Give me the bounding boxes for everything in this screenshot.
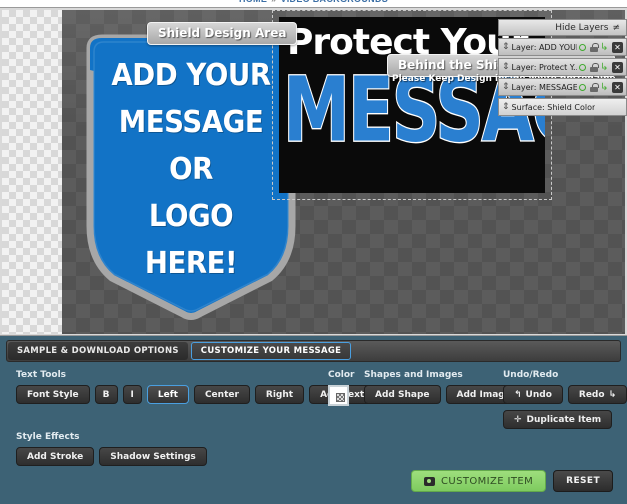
breadcrumb-separator: » (267, 0, 280, 4)
visibility-icon[interactable] (579, 43, 586, 51)
editor-panel: SAMPLE & DOWNLOAD OPTIONS CUSTOMIZE YOUR… (0, 336, 627, 504)
style-effects-buttons: Add Stroke Shadow Settings (16, 447, 207, 466)
delete-layer-icon[interactable]: ✕ (612, 41, 623, 53)
add-shape-button[interactable]: Add Shape (364, 385, 441, 404)
stage-transparency-gutter (2, 10, 64, 334)
action-buttons: CUSTOMIZE ITEM RESET (410, 470, 613, 492)
surface-name: Surface: Shield Color (511, 102, 596, 112)
shapes-images-buttons: Add Shape Add Image (364, 385, 522, 404)
italic-button[interactable]: I (122, 385, 142, 404)
tab-sample-download-options[interactable]: SAMPLE & DOWNLOAD OPTIONS (8, 342, 188, 360)
layers-toggle-icon: ≠ (612, 22, 620, 33)
lock-icon[interactable] (590, 62, 599, 72)
breadcrumb-home[interactable]: HOME (239, 0, 267, 4)
font-style-button[interactable]: Font Style (16, 385, 90, 404)
hide-layers-label: Hide Layers (555, 22, 609, 33)
color-section: Color (328, 370, 355, 406)
redo-label: Redo (578, 389, 605, 400)
undo-redo-label: Undo/Redo (503, 370, 559, 380)
drag-handle-icon[interactable]: ⇕ (502, 62, 510, 72)
tab-customize-your-message[interactable]: CUSTOMIZE YOUR MESSAGE (190, 342, 352, 360)
layer-name: Layer: ADD YOURO... (511, 42, 577, 52)
undo-label: Undo (525, 389, 552, 400)
align-right-button[interactable]: Right (254, 385, 305, 404)
breadcrumb: HOME»VIDEO BACKGROUNDS (0, 0, 627, 4)
visibility-icon[interactable] (579, 63, 586, 71)
redo-button[interactable]: Redo ↳ (567, 385, 627, 404)
duplicate-row: ✛ Duplicate Item (503, 410, 627, 429)
breadcrumb-current: VIDEO BACKGROUNDS (280, 0, 388, 4)
color-swatch[interactable] (328, 385, 349, 406)
camera-icon (423, 476, 435, 486)
shield-shape-icon (86, 34, 296, 320)
align-center-button[interactable]: Center (193, 385, 250, 404)
move-layer-icon[interactable]: ↳ (600, 42, 610, 52)
customize-item-label: CUSTOMIZE ITEM (440, 475, 534, 487)
reset-button[interactable]: RESET (553, 470, 613, 492)
lock-icon[interactable] (590, 82, 599, 92)
delete-layer-icon[interactable]: ✕ (612, 81, 623, 93)
undo-icon: ↰ (514, 389, 522, 400)
shapes-images-section: Shapes and Images Add Shape Add Image (364, 370, 522, 404)
undo-redo-section: Undo/Redo ↰ Undo Redo ↳ ✛ Duplicate Item (503, 370, 627, 429)
redo-icon: ↳ (608, 389, 617, 400)
color-label: Color (328, 370, 355, 380)
bold-button[interactable]: B (94, 385, 118, 404)
layer-name: Layer: MESSAGE (511, 82, 577, 92)
breadcrumb-strip: HOME»VIDEO BACKGROUNDS (0, 0, 627, 7)
drag-handle-icon[interactable]: ⇕ (502, 102, 510, 112)
shield-design-area-label: Shield Design Area (147, 22, 298, 45)
align-left-button[interactable]: Left (146, 385, 189, 404)
design-stage-container: ADD YOUR MESSAGE OR LOGO HERE! Protect Y… (0, 7, 627, 336)
editor-panel-body: Text Tools Font Style B I Left Center Ri… (6, 366, 627, 498)
layer-row[interactable]: ⇕ Layer: Protect Y... ↳ ✕ (498, 58, 627, 76)
drag-handle-icon[interactable]: ⇕ (502, 42, 510, 52)
shadow-settings-button[interactable]: Shadow Settings (99, 447, 207, 466)
layer-row[interactable]: ⇕ Layer: MESSAGE ↳ ✕ (498, 78, 627, 96)
customize-item-button[interactable]: CUSTOMIZE ITEM (410, 470, 547, 492)
shapes-images-label: Shapes and Images (364, 370, 463, 380)
hide-layers-button[interactable]: Hide Layers ≠ (498, 19, 627, 36)
shield-object[interactable]: ADD YOUR MESSAGE OR LOGO HERE! (80, 30, 302, 322)
style-effects-label: Style Effects (16, 432, 80, 442)
undo-button[interactable]: ↰ Undo (503, 385, 563, 404)
duplicate-icon: ✛ (514, 414, 522, 425)
visibility-icon[interactable] (579, 83, 586, 91)
drag-handle-icon[interactable]: ⇕ (502, 82, 510, 92)
style-effects-section: Style Effects Add Stroke Shadow Settings (16, 432, 207, 466)
duplicate-label: Duplicate Item (526, 414, 602, 425)
tab-bar: SAMPLE & DOWNLOAD OPTIONS CUSTOMIZE YOUR… (6, 340, 621, 362)
app-root: HOME»VIDEO BACKGROUNDS ADD YOUR MESSAGE … (0, 0, 627, 504)
surface-row[interactable]: ⇕ Surface: Shield Color (498, 98, 627, 116)
duplicate-item-button[interactable]: ✛ Duplicate Item (503, 410, 613, 429)
delete-layer-icon[interactable]: ✕ (612, 61, 623, 73)
layer-name: Layer: Protect Y... (511, 62, 577, 72)
layers-panel: Hide Layers ≠ ⇕ Layer: ADD YOURO... ↳ ✕ … (498, 19, 627, 116)
move-layer-icon[interactable]: ↳ (600, 62, 610, 72)
undo-redo-buttons: ↰ Undo Redo ↳ (503, 385, 627, 404)
add-stroke-button[interactable]: Add Stroke (16, 447, 95, 466)
move-layer-icon[interactable]: ↳ (600, 82, 610, 92)
layer-row[interactable]: ⇕ Layer: ADD YOURO... ↳ ✕ (498, 38, 627, 56)
lock-icon[interactable] (590, 42, 599, 52)
